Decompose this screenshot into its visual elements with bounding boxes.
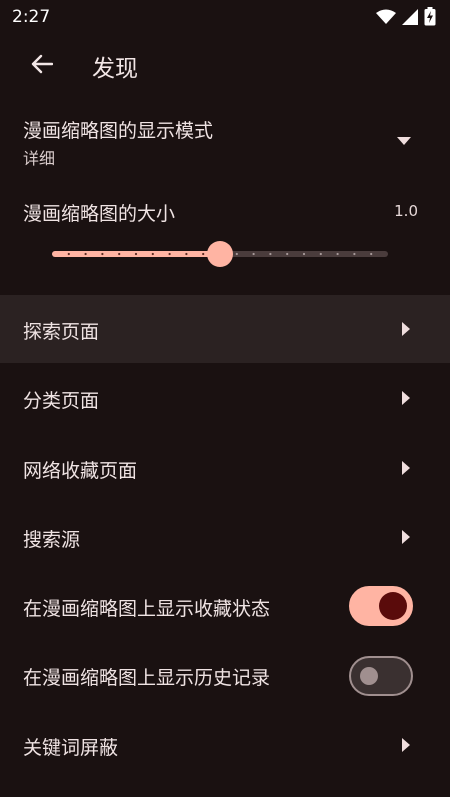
network-favorites-page-label: 网络收藏页面 (23, 460, 138, 482)
slider-tick (286, 252, 289, 256)
back-button[interactable] (22, 44, 62, 84)
show-history-toggle[interactable] (349, 656, 413, 696)
slider-tick (101, 252, 104, 256)
show-favorite-status-setting: 在漫画缩略图上显示收藏状态 (0, 572, 450, 640)
slider-tick (302, 252, 306, 256)
show-history-label: 在漫画缩略图上显示历史记录 (23, 667, 271, 689)
slider-tick (235, 252, 238, 256)
slider-tick (134, 252, 138, 256)
wifi-icon (376, 9, 396, 24)
toggle-knob (379, 592, 407, 620)
chevron-right-icon (402, 738, 410, 752)
show-favorite-status-toggle[interactable] (349, 586, 413, 626)
slider-tick (319, 252, 322, 256)
slider-tick (370, 252, 373, 256)
slider-tick (67, 252, 70, 256)
search-source-item[interactable]: 搜索源 (0, 503, 450, 571)
search-source-label: 搜索源 (23, 529, 81, 551)
explore-page-label: 探索页面 (23, 321, 100, 343)
dropdown-arrow-icon (397, 137, 411, 145)
category-page-label: 分类页面 (23, 390, 100, 412)
keyword-block-item[interactable]: 关键词屏蔽 (0, 711, 450, 779)
chevron-right-icon (402, 391, 410, 405)
show-favorite-status-label: 在漫画缩略图上显示收藏状态 (23, 598, 271, 620)
page-title: 发现 (92, 56, 138, 82)
explore-page-item[interactable]: 探索页面 (0, 295, 450, 363)
slider-tick (269, 252, 272, 256)
slider-tick (252, 252, 255, 256)
slider-thumb[interactable] (207, 241, 233, 267)
chevron-right-icon (402, 461, 410, 475)
chevron-right-icon (402, 322, 410, 336)
display-mode-select[interactable]: 漫画缩略图的显示模式 详细 (0, 107, 450, 177)
toggle-knob (360, 667, 378, 685)
slider-tick (185, 252, 188, 256)
status-icons (376, 7, 436, 26)
signal-icon (402, 8, 418, 25)
status-time: 2:27 (12, 7, 51, 27)
category-page-item[interactable]: 分类页面 (0, 364, 450, 432)
network-favorites-page-item[interactable]: 网络收藏页面 (0, 434, 450, 502)
display-mode-value: 详细 (23, 149, 56, 168)
thumbnail-size-slider[interactable] (52, 241, 388, 267)
app-bar: 发现 (0, 34, 450, 94)
slider-tick (202, 252, 205, 256)
keyword-block-label: 关键词屏蔽 (23, 737, 119, 759)
slider-tick (118, 252, 121, 256)
thumbnail-size-value: 1.0 (394, 202, 418, 220)
show-history-setting: 在漫画缩略图上显示历史记录 (0, 641, 450, 709)
status-bar: 2:27 (0, 0, 450, 34)
slider-tick (353, 252, 356, 256)
thumbnail-size-label: 漫画缩略图的大小 (23, 203, 176, 225)
battery-charging-icon (424, 7, 436, 26)
slider-tick (336, 252, 339, 256)
slider-tick (84, 252, 87, 256)
chevron-right-icon (402, 530, 410, 544)
slider-tick (151, 252, 154, 256)
display-mode-label: 漫画缩略图的显示模式 (23, 120, 214, 142)
slider-tick (168, 252, 171, 256)
arrow-back-icon (31, 54, 53, 74)
thumbnail-size-setting: 漫画缩略图的大小 1.0 (0, 190, 450, 280)
